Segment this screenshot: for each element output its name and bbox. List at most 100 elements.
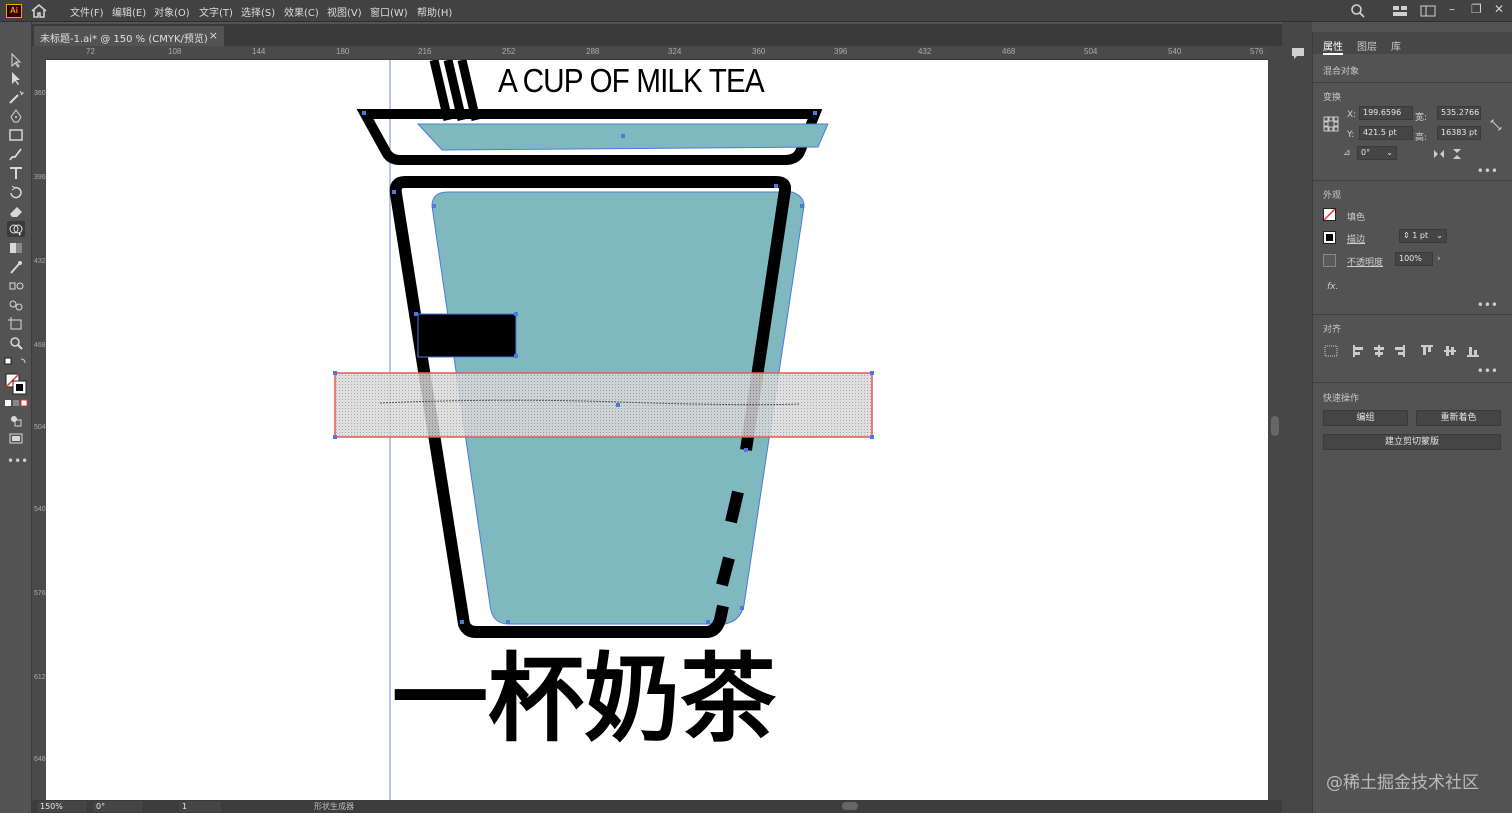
- blend-tool-icon[interactable]: [7, 278, 25, 294]
- fill-stroke-swatch[interactable]: [4, 372, 28, 396]
- search-icon[interactable]: [1350, 3, 1366, 19]
- menu-view[interactable]: 视图(V): [327, 4, 362, 19]
- scroll-thumb[interactable]: [1271, 416, 1279, 436]
- stroke-swatch-icon[interactable]: [1323, 231, 1336, 244]
- fx-icon[interactable]: fx.: [1327, 282, 1338, 292]
- minimize-icon[interactable]: –: [1449, 2, 1455, 16]
- ruler-tick: 432: [34, 258, 46, 265]
- document-tab[interactable]: 未标题-1.ai* @ 150 % (CMYK/预览) ×: [34, 26, 224, 46]
- restore-icon[interactable]: ❐: [1471, 2, 1482, 16]
- ruler-tick: 540: [1168, 47, 1182, 56]
- opacity-label[interactable]: 不透明度: [1347, 255, 1383, 268]
- artwork-chinese-title[interactable]: 一杯奶茶: [392, 644, 852, 754]
- shape-builder-tool-icon[interactable]: [7, 221, 25, 237]
- stroke-weight-input[interactable]: ⇕ 1 pt ⌄: [1399, 229, 1447, 243]
- comments-icon[interactable]: [1290, 46, 1306, 60]
- watermark: @稀土掘金技术社区: [1326, 773, 1479, 793]
- paintbrush-tool-icon[interactable]: [7, 146, 25, 162]
- stroke-label[interactable]: 描边: [1347, 232, 1365, 245]
- arrange-documents-icon[interactable]: [1420, 5, 1436, 17]
- tab-properties[interactable]: 属性: [1323, 38, 1343, 55]
- more-tools-icon[interactable]: •••: [7, 454, 28, 470]
- menu-help[interactable]: 帮助(H): [417, 4, 452, 19]
- workspace-icon[interactable]: [1392, 5, 1408, 17]
- group-button[interactable]: 编组: [1323, 410, 1408, 426]
- ruler-tick: 396: [834, 47, 848, 56]
- swap-colors-icon[interactable]: [4, 357, 28, 367]
- opacity-input[interactable]: 100%: [1395, 252, 1433, 266]
- ruler-tick: 504: [1084, 47, 1098, 56]
- quick-actions-title: 快速操作: [1323, 394, 1360, 404]
- eraser-tool-icon[interactable]: [7, 203, 25, 219]
- draw-mode-icon[interactable]: [7, 412, 25, 428]
- vertical-ruler: 360 396 432 468 504 540 576 612 648: [32, 46, 46, 800]
- ruler-tick: 144: [252, 47, 266, 56]
- more-options-icon[interactable]: •••: [1477, 364, 1498, 378]
- selection-tool-icon[interactable]: [7, 52, 25, 68]
- ruler-tick: 72: [86, 47, 95, 56]
- menu-bar: Ai 文件(F) 编辑(E) 对象(O) 文字(T) 选择(S) 效果(C) 视…: [0, 0, 1512, 22]
- make-clipping-mask-button[interactable]: 建立剪切蒙版: [1323, 434, 1501, 450]
- rotate-tool-icon[interactable]: [7, 184, 25, 200]
- more-options-icon[interactable]: •••: [1477, 298, 1498, 312]
- type-tool-icon[interactable]: [7, 165, 25, 181]
- rectangle-tool-icon[interactable]: [7, 127, 25, 143]
- home-icon[interactable]: [30, 3, 48, 19]
- zoom-tool-icon[interactable]: [7, 335, 25, 351]
- horizontal-scroll-thumb[interactable]: [842, 802, 858, 810]
- panel-icon-strip: [1282, 22, 1312, 813]
- properties-panel: 属性 图层 库 混合对象 变换 X: 199.6596 宽: 535.2766 …: [1312, 32, 1512, 813]
- flip-vertical-icon[interactable]: [1451, 148, 1463, 160]
- blend-object[interactable]: [334, 372, 873, 438]
- menu-effect[interactable]: 效果(C): [284, 4, 319, 19]
- menu-type[interactable]: 文字(T): [199, 4, 233, 19]
- more-options-icon[interactable]: •••: [1477, 164, 1498, 178]
- menu-window[interactable]: 窗口(W): [370, 4, 408, 19]
- opacity-expand-icon[interactable]: ›: [1437, 254, 1441, 264]
- y-input[interactable]: 421.5 pt: [1359, 126, 1413, 140]
- artboard-page-field[interactable]: 1: [178, 800, 222, 813]
- rotation-field[interactable]: 0°: [92, 800, 144, 813]
- menu-edit[interactable]: 编辑(E): [112, 4, 146, 19]
- tab-libraries[interactable]: 库: [1391, 38, 1401, 53]
- height-input[interactable]: 16383 pt: [1437, 126, 1481, 140]
- symbol-sprayer-icon[interactable]: [7, 297, 25, 313]
- cup-dash[interactable]: [716, 556, 735, 587]
- tab-layers[interactable]: 图层: [1357, 38, 1377, 53]
- artboard-canvas[interactable]: A CUP OF MILK TEA 一杯奶茶: [46, 60, 1268, 800]
- tools-panel: •••: [0, 22, 32, 813]
- gradient-tool-icon[interactable]: [7, 240, 25, 256]
- color-mode-icon[interactable]: [4, 399, 28, 407]
- eyedropper-tool-icon[interactable]: [7, 259, 25, 275]
- flip-horizontal-icon[interactable]: [1433, 148, 1445, 160]
- pen-tool-icon[interactable]: [7, 108, 25, 124]
- menu-select[interactable]: 选择(S): [241, 4, 275, 19]
- ruler-tick: 360: [34, 90, 46, 97]
- ruler-tick: 648: [34, 756, 46, 763]
- ruler-tick: 252: [502, 47, 516, 56]
- ruler-tick: 576: [1250, 47, 1264, 56]
- artwork-english-title[interactable]: A CUP OF MILK TEA: [498, 60, 822, 102]
- reference-point-icon[interactable]: [1323, 116, 1339, 132]
- x-input[interactable]: 199.6596: [1359, 106, 1413, 120]
- menu-file[interactable]: 文件(F): [70, 4, 104, 19]
- direct-selection-tool-icon[interactable]: [7, 70, 25, 86]
- width-input[interactable]: 535.2766: [1437, 106, 1481, 120]
- tab-close-icon[interactable]: ×: [209, 29, 218, 42]
- magic-wand-icon[interactable]: [7, 89, 25, 105]
- vertical-scrollbar[interactable]: [1268, 46, 1282, 800]
- document-tabs: 未标题-1.ai* @ 150 % (CMYK/预览) ×: [32, 24, 1282, 46]
- angle-input[interactable]: 0° ⌄: [1357, 146, 1397, 160]
- close-window-icon[interactable]: ✕: [1494, 2, 1504, 16]
- screen-mode-icon[interactable]: [7, 431, 25, 447]
- ruler-tick: 324: [668, 47, 682, 56]
- constrain-proportions-icon[interactable]: [1489, 118, 1503, 132]
- artboard-tool-icon[interactable]: [7, 316, 25, 332]
- fill-swatch-icon[interactable]: [1323, 208, 1336, 221]
- menu-object[interactable]: 对象(O): [154, 4, 190, 19]
- cup-dash[interactable]: [725, 490, 744, 524]
- recolor-button[interactable]: 重新着色: [1416, 410, 1501, 426]
- ruler-tick: 612: [34, 674, 46, 681]
- zoom-field[interactable]: 150%: [36, 800, 88, 813]
- cup-label-block[interactable]: [417, 313, 517, 358]
